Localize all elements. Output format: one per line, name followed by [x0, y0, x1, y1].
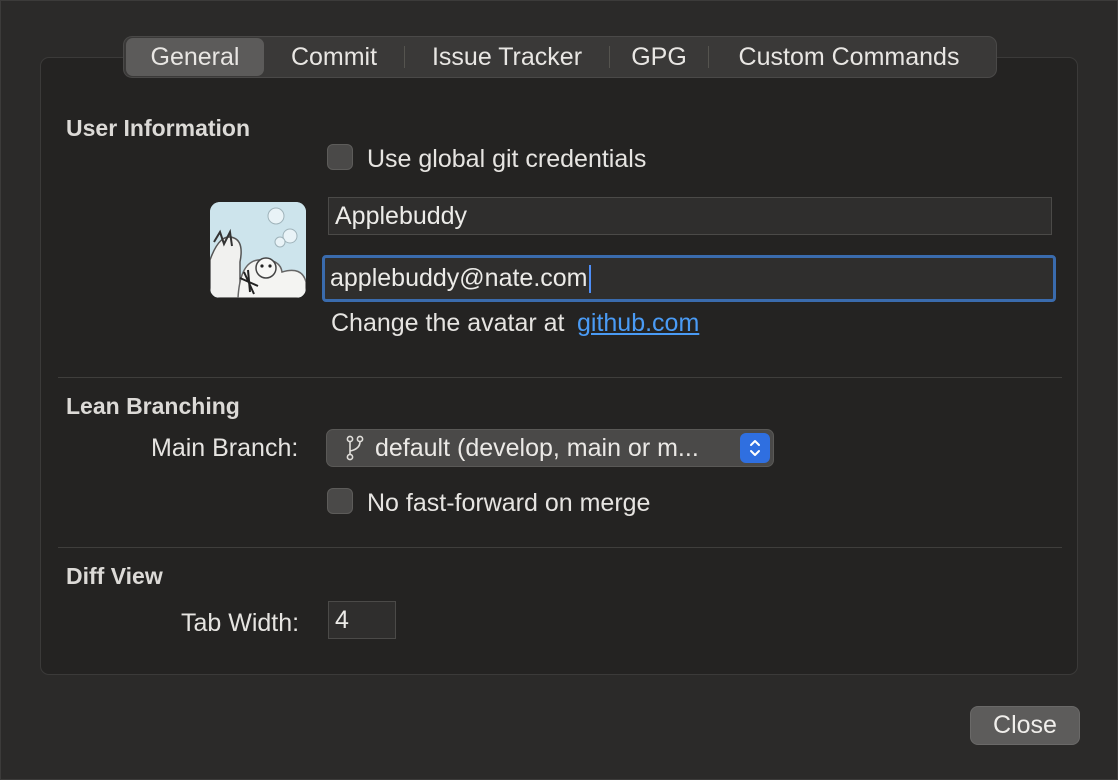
tab-bar: General Commit Issue Tracker GPG Custom … — [123, 36, 997, 78]
preferences-window: General Commit Issue Tracker GPG Custom … — [0, 0, 1118, 780]
user-email-field[interactable]: applebuddy@nate.com — [322, 255, 1056, 302]
user-name-field[interactable]: Applebuddy — [328, 197, 1052, 235]
tab-custom-commands[interactable]: Custom Commands — [709, 38, 989, 76]
diff-view-heading: Diff View — [66, 563, 163, 589]
main-branch-value: default (develop, main or m... — [375, 433, 699, 462]
tab-gpg[interactable]: GPG — [610, 38, 708, 76]
text-caret — [588, 264, 591, 293]
tab-width-field[interactable]: 4 — [328, 601, 396, 639]
lean-branching-heading: Lean Branching — [66, 393, 240, 419]
tab-general[interactable]: General — [126, 38, 264, 76]
tab-width-label: Tab Width: — [181, 609, 300, 637]
user-information-heading: User Information — [66, 115, 251, 141]
global-credentials-label: Use global git credentials — [367, 145, 647, 173]
git-branch-icon — [346, 435, 364, 461]
section-divider — [58, 377, 1062, 378]
section-divider — [58, 547, 1062, 548]
main-branch-popup[interactable]: default (develop, main or m... — [326, 429, 774, 467]
tab-issue-tracker[interactable]: Issue Tracker — [405, 38, 609, 76]
main-branch-label: Main Branch: — [151, 434, 299, 462]
avatar-hint-text: Change the avatar at — [331, 309, 565, 337]
tab-commit[interactable]: Commit — [264, 38, 404, 76]
no-fast-forward-label: No fast-forward on merge — [367, 489, 651, 517]
up-down-chevron-icon — [740, 433, 770, 463]
avatar — [210, 202, 306, 298]
global-credentials-checkbox[interactable] — [327, 144, 353, 170]
no-fast-forward-checkbox[interactable] — [327, 488, 353, 514]
user-email-value: applebuddy@nate.com — [330, 264, 588, 292]
close-button[interactable]: Close — [970, 706, 1080, 745]
github-link[interactable]: github.com — [577, 309, 699, 338]
avatar-image — [210, 202, 306, 298]
